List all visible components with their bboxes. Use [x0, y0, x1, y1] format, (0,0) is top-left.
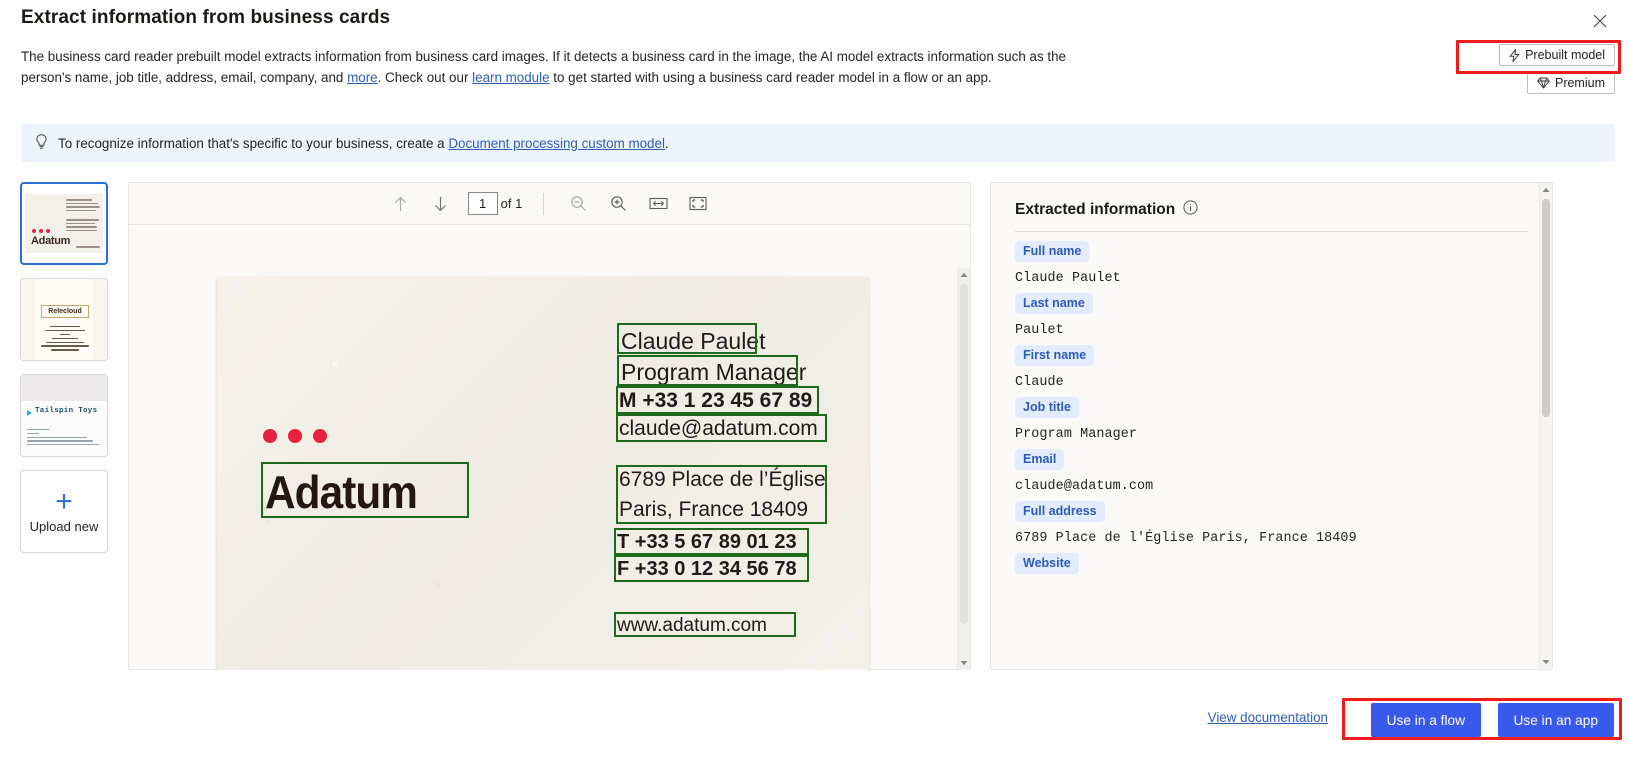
lightbulb-icon	[35, 133, 48, 153]
toolbar-divider	[543, 192, 545, 215]
thumbnail-relecloud-label: Relecloud	[41, 305, 89, 318]
thumbnail-tailspin-label: Tailspin Toys	[35, 407, 98, 415]
thumbnail-adatum-image: Adatum	[22, 184, 106, 263]
thumbnail-adatum[interactable]: Adatum	[20, 182, 108, 265]
field-first-name-label: First name	[1015, 345, 1095, 366]
use-in-a-flow-button[interactable]: Use in a flow	[1370, 703, 1481, 737]
field-first-name-value: Claude	[1015, 375, 1064, 390]
use-in-an-app-button[interactable]: Use in an app	[1497, 703, 1614, 737]
panel-scroll-up-icon[interactable]	[1540, 183, 1552, 197]
page-title: Extract information from business cards	[21, 7, 391, 28]
field-job-title-value: Program Manager	[1015, 427, 1138, 442]
custom-model-infobar: To recognize information that's specific…	[21, 124, 1615, 162]
extracted-panel-scrollbar-thumb[interactable]	[1542, 199, 1550, 417]
model-badges: Prebuilt model Premium	[1415, 44, 1615, 100]
field-email: Email claude@adatum.com	[1015, 449, 1528, 494]
more-link[interactable]: more	[347, 70, 378, 85]
field-first-name: First name Claude	[1015, 345, 1528, 390]
detection-box-fax	[614, 555, 809, 582]
plus-icon: +	[55, 485, 73, 518]
thumbnail-adatum-label: Adatum	[31, 235, 71, 247]
thumbnail-tailspin-image: Tailspin Toys	[21, 375, 107, 456]
dialog-footer: View documentation Use in a flow Use in …	[0, 700, 1629, 740]
extracted-information-header: Extracted information	[991, 183, 1552, 220]
close-icon[interactable]	[1585, 7, 1615, 35]
infobar-text-before: To recognize information that's specific…	[58, 135, 449, 151]
premium-badge[interactable]: Premium	[1526, 72, 1615, 94]
field-full-name-value: Claude Paulet	[1015, 271, 1121, 286]
detection-box-email	[616, 414, 827, 442]
lightning-bolt-icon	[1509, 48, 1520, 62]
previous-page-icon[interactable]	[388, 191, 414, 217]
zoom-in-icon[interactable]	[605, 191, 631, 217]
viewer-canvas[interactable]: Adatum Claude Paulet Program Manager M +…	[129, 225, 970, 670]
intro-text-3: to get started with using a business car…	[549, 70, 992, 85]
field-full-address-label: Full address	[1015, 501, 1105, 522]
detection-box-telephone	[614, 528, 809, 555]
next-page-icon[interactable]	[428, 191, 454, 217]
document-viewer: of 1 Adatum Claude P	[128, 182, 971, 670]
thumbnail-list: Adatum Relecloud Tailspin Toys + Upload …	[20, 182, 110, 553]
viewer-scrollbar[interactable]	[957, 268, 970, 670]
field-job-title-label: Job title	[1015, 397, 1079, 418]
extracted-information-title: Extracted information	[1015, 201, 1176, 218]
infobar-text-after: .	[664, 135, 669, 151]
field-full-name-label: Full name	[1015, 241, 1090, 262]
field-full-address-value: 6789 Place de l'Église Paris, France 184…	[1015, 531, 1357, 546]
upload-new-label: Upload new	[29, 519, 99, 534]
field-email-value: claude@adatum.com	[1015, 479, 1154, 494]
prebuilt-model-badge[interactable]: Prebuilt model	[1499, 44, 1615, 66]
detection-box-title	[617, 355, 798, 386]
business-card-extraction-dialog: Extract information from business cards …	[0, 0, 1629, 776]
scroll-up-icon[interactable]	[958, 268, 970, 282]
panel-scroll-down-icon[interactable]	[1540, 655, 1552, 669]
custom-model-link[interactable]: Document processing custom model	[448, 136, 665, 151]
diamond-icon	[1537, 77, 1550, 89]
infobar-text: To recognize information that's specific…	[58, 136, 669, 151]
field-website: Website	[1015, 553, 1528, 574]
thumbnail-relecloud[interactable]: Relecloud	[20, 278, 108, 361]
field-website-label: Website	[1015, 553, 1079, 574]
detection-box-name	[617, 323, 757, 354]
field-last-name: Last name Paulet	[1015, 293, 1528, 338]
play-triangle-icon	[27, 410, 32, 416]
learn-module-link[interactable]: learn module	[472, 70, 549, 85]
viewer-scrollbar-thumb[interactable]	[960, 284, 968, 624]
thumbnail-relecloud-image: Relecloud	[21, 279, 107, 360]
detection-box-website	[614, 612, 796, 637]
detection-box-company	[261, 462, 469, 518]
field-last-name-label: Last name	[1015, 293, 1093, 314]
thumbnail-tailspin-toys[interactable]: Tailspin Toys	[20, 374, 108, 457]
intro-paragraph: The business card reader prebuilt model …	[21, 46, 1071, 88]
detection-box-mobile	[616, 386, 819, 414]
field-full-name: Full name Claude Paulet	[1015, 241, 1528, 286]
field-full-address: Full address 6789 Place de l'Église Pari…	[1015, 501, 1528, 546]
fit-page-icon[interactable]	[685, 191, 711, 217]
field-last-name-value: Paulet	[1015, 323, 1064, 338]
extracted-panel-scrollbar[interactable]	[1539, 183, 1552, 669]
scroll-down-icon[interactable]	[958, 656, 970, 670]
fit-width-icon[interactable]	[645, 191, 671, 217]
premium-badge-label: Premium	[1554, 76, 1605, 90]
view-documentation-link[interactable]: View documentation	[1208, 710, 1328, 725]
extracted-fields-list: Full name Claude Paulet Last name Paulet…	[991, 232, 1552, 574]
viewer-toolbar: of 1	[129, 183, 970, 225]
prebuilt-model-badge-label: Prebuilt model	[1525, 48, 1605, 62]
info-circle-icon[interactable]	[1183, 200, 1198, 220]
adatum-dots-logo	[263, 429, 327, 443]
business-card-image: Adatum Claude Paulet Program Manager M +…	[217, 277, 869, 670]
zoom-out-icon[interactable]	[565, 191, 591, 217]
detection-box-address	[616, 465, 827, 524]
field-email-label: Email	[1015, 449, 1065, 470]
extracted-information-panel: Extracted information Full name Claude P…	[990, 182, 1553, 670]
intro-text-2: . Check out our	[377, 70, 473, 85]
upload-new-button[interactable]: + Upload new	[20, 470, 108, 553]
page-count-label: of 1	[500, 196, 523, 211]
page-number-input[interactable]	[467, 192, 498, 215]
field-job-title: Job title Program Manager	[1015, 397, 1528, 442]
